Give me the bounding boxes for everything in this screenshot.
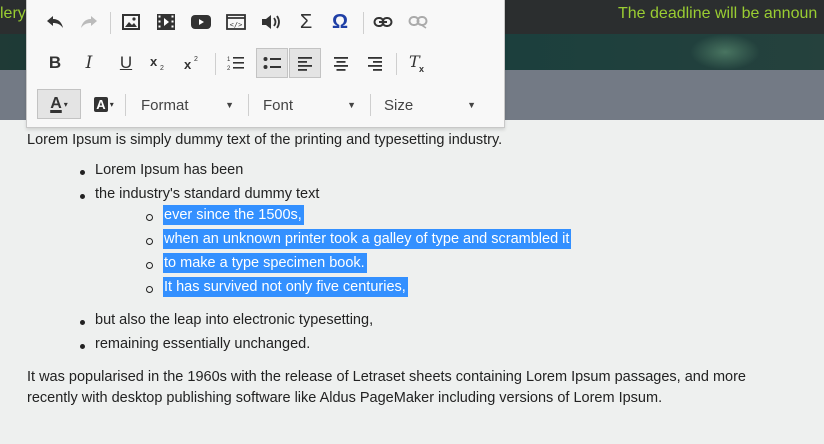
list-item: Lorem Ipsum has been <box>95 162 244 178</box>
text-color-letter: A <box>50 95 62 112</box>
bold-button[interactable]: B <box>41 49 69 77</box>
chevron-down-icon: ▼ <box>347 100 356 110</box>
underline-button[interactable]: U <box>112 49 140 77</box>
bullet-marker <box>80 320 85 325</box>
subscript-icon[interactable]: x2 <box>145 49 173 77</box>
svg-text:</>: </> <box>230 21 243 29</box>
list-item: but also the leap into electronic typese… <box>95 312 374 328</box>
announcement-marquee: The deadline will be announ <box>618 5 818 22</box>
sub-bullet-marker <box>146 286 153 293</box>
font-dropdown-label: Font <box>263 96 294 114</box>
unlink-icon[interactable] <box>404 8 432 36</box>
align-left-icon[interactable] <box>289 48 321 78</box>
toolbar-separator <box>110 12 111 34</box>
link-icon[interactable] <box>369 8 397 36</box>
selected-sub-item: to make a type specimen book. <box>163 253 367 273</box>
italic-button[interactable]: I <box>75 49 103 77</box>
toolbar-separator <box>363 12 364 34</box>
svg-text:2: 2 <box>160 65 164 72</box>
svg-text:2: 2 <box>194 56 198 63</box>
nav-link-gallery[interactable]: lery <box>0 5 26 23</box>
toolbar-row-styles: A ▾ A ▾ Format ▼ Font ▼ Size ▼ <box>27 86 504 122</box>
remove-format-icon[interactable]: Tx <box>403 49 431 77</box>
size-dropdown[interactable]: Size ▼ <box>378 92 482 118</box>
outro-paragraph-line1: It was popularised in the 1960s with the… <box>27 369 746 385</box>
svg-text:2: 2 <box>227 66 231 72</box>
chevron-down-icon: ▾ <box>63 99 68 109</box>
background-color-button[interactable]: A ▾ <box>87 90 121 118</box>
sigma-icon[interactable]: Σ <box>292 8 320 36</box>
iframe-icon[interactable]: </> <box>222 8 250 36</box>
chevron-down-icon: ▼ <box>225 100 234 110</box>
selected-sub-item: when an unknown printer took a galley of… <box>163 229 572 249</box>
bulleted-list-icon[interactable] <box>256 48 288 78</box>
image-icon[interactable] <box>117 8 145 36</box>
svg-text:1: 1 <box>227 57 231 63</box>
toolbar-separator <box>125 94 126 116</box>
align-center-icon[interactable] <box>327 49 355 77</box>
numbered-list-icon[interactable]: 12 <box>222 49 250 77</box>
banner-glow <box>690 34 760 70</box>
intro-paragraph: Lorem Ipsum is simply dummy text of the … <box>27 132 503 148</box>
audio-icon[interactable] <box>257 8 285 36</box>
list-item: remaining essentially unchanged. <box>95 336 311 352</box>
youtube-icon[interactable] <box>187 8 215 36</box>
selected-sub-item: ever since the 1500s, <box>163 205 304 225</box>
selected-sub-item: It has survived not only five centuries, <box>163 277 408 297</box>
toolbar-separator <box>396 53 397 75</box>
toolbar-separator <box>248 94 249 116</box>
toolbar-row-format: B I U x2 x2 12 Tx <box>27 45 504 81</box>
list-item: the industry's standard dummy text <box>95 186 320 202</box>
bullet-marker <box>80 344 85 349</box>
superscript-icon[interactable]: x2 <box>179 49 207 77</box>
size-dropdown-label: Size <box>384 96 414 114</box>
editor-toolbar: </> Σ Ω B I U x2 x2 12 T x A ▾ A ▾ Forma… <box>26 0 505 128</box>
sub-bullet-marker <box>146 262 153 269</box>
toolbar-separator <box>215 53 216 75</box>
redo-icon[interactable] <box>75 8 103 36</box>
svg-text:x: x <box>419 64 424 73</box>
chevron-down-icon: ▾ <box>109 99 114 109</box>
text-color-button[interactable]: A ▾ <box>37 89 81 119</box>
align-right-icon[interactable] <box>361 49 389 77</box>
bg-color-letter: A <box>94 96 108 112</box>
sub-bullet-marker <box>146 238 153 245</box>
bullet-marker <box>80 194 85 199</box>
video-icon[interactable] <box>152 8 180 36</box>
undo-icon[interactable] <box>41 8 69 36</box>
sub-bullet-marker <box>146 214 153 221</box>
toolbar-separator <box>370 94 371 116</box>
font-dropdown[interactable]: Font ▼ <box>257 92 362 118</box>
format-dropdown[interactable]: Format ▼ <box>135 92 240 118</box>
omega-icon[interactable]: Ω <box>326 8 354 36</box>
svg-text:x: x <box>184 57 192 72</box>
toolbar-row-insert: </> Σ Ω <box>27 4 504 40</box>
bullet-marker <box>80 170 85 175</box>
chevron-down-icon: ▼ <box>467 100 476 110</box>
format-dropdown-label: Format <box>141 96 189 114</box>
editor-content[interactable]: Lorem Ipsum is simply dummy text of the … <box>0 120 824 444</box>
outro-paragraph-line2: recently with desktop publishing softwar… <box>27 390 663 406</box>
svg-text:x: x <box>150 54 158 69</box>
